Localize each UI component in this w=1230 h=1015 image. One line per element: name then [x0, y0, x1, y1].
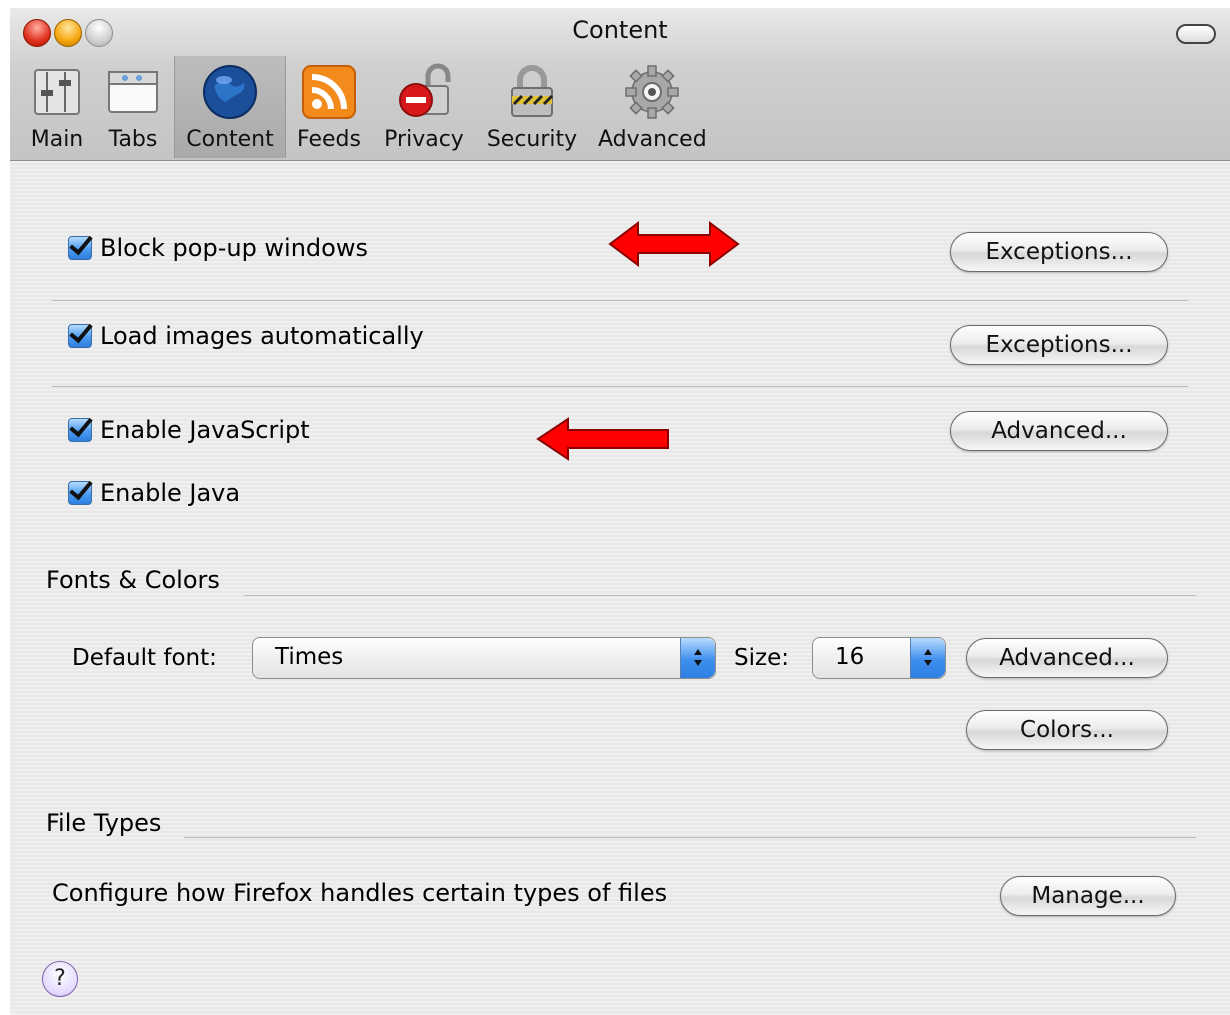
separator — [52, 386, 1188, 387]
gear-icon — [625, 65, 679, 119]
javascript-advanced-button[interactable]: Advanced... — [950, 411, 1168, 451]
help-button[interactable]: ? — [42, 961, 78, 997]
double-arrow-annotation — [608, 221, 740, 267]
fonts-colors-heading: Fonts & Colors — [46, 566, 220, 594]
file-types-heading: File Types — [46, 809, 162, 837]
default-font-label: Default font: — [72, 645, 217, 671]
enable-javascript-label: Enable JavaScript — [100, 416, 310, 444]
block-popups-label: Block pop-up windows — [100, 234, 368, 262]
tab-privacy[interactable]: Privacy — [376, 56, 472, 158]
tab-main-label: Main — [30, 127, 84, 152]
default-font-value: Times — [275, 644, 344, 670]
tab-tabs[interactable]: Tabs — [100, 56, 166, 158]
padlock-icon — [511, 65, 554, 117]
separator — [52, 300, 1188, 301]
chevron-updown-icon — [910, 638, 945, 678]
images-exceptions-button[interactable]: Exceptions... — [950, 325, 1168, 365]
tab-security-label: Security — [486, 127, 578, 152]
tab-content-label: Content — [186, 127, 274, 152]
load-images-checkbox[interactable] — [68, 324, 92, 348]
block-popups-checkbox[interactable] — [68, 236, 92, 260]
tab-content[interactable]: Content — [174, 56, 286, 158]
tabs-icon — [108, 71, 158, 113]
chevron-updown-icon — [680, 638, 715, 678]
font-size-select[interactable]: 16 — [812, 637, 946, 679]
fonts-advanced-button[interactable]: Advanced... — [966, 638, 1168, 678]
separator — [184, 837, 1196, 838]
default-font-select[interactable]: Times — [252, 637, 716, 679]
popup-exceptions-button[interactable]: Exceptions... — [950, 232, 1168, 272]
manage-button[interactable]: Manage... — [1000, 876, 1176, 916]
separator — [244, 595, 1196, 596]
block-popups-row[interactable]: Block pop-up windows — [68, 234, 368, 262]
tab-advanced-label: Advanced — [598, 127, 707, 152]
size-label: Size: — [734, 645, 789, 671]
tab-main[interactable]: Main — [22, 56, 92, 158]
tab-privacy-label: Privacy — [384, 127, 464, 152]
enable-javascript-checkbox[interactable] — [68, 418, 92, 442]
tab-feeds[interactable]: Feeds — [292, 56, 366, 158]
window-title: Content — [572, 16, 668, 44]
toolbar-toggle-button[interactable] — [1176, 24, 1216, 44]
enable-java-label: Enable Java — [100, 479, 241, 507]
titlebar: Content Main Tabs Content Feeds Privacy … — [10, 8, 1230, 161]
left-arrow-annotation — [536, 417, 669, 461]
load-images-label: Load images automatically — [100, 322, 424, 350]
enable-java-row[interactable]: Enable Java — [68, 479, 240, 507]
rss-feed-icon — [302, 65, 356, 119]
main-icon — [34, 69, 80, 115]
enable-javascript-row[interactable]: Enable JavaScript — [68, 416, 310, 444]
tab-tabs-label: Tabs — [108, 127, 158, 152]
enable-java-checkbox[interactable] — [68, 481, 92, 505]
tab-feeds-label: Feeds — [297, 127, 361, 152]
file-types-description: Configure how Firefox handles certain ty… — [52, 879, 668, 907]
privacy-lock-icon — [399, 63, 451, 117]
content-pane: Block pop-up windows Exceptions... Load … — [10, 161, 1230, 1015]
preferences-window: Content Main Tabs Content Feeds Privacy … — [10, 8, 1230, 1015]
tab-advanced[interactable]: Advanced — [598, 56, 707, 158]
load-images-row[interactable]: Load images automatically — [68, 322, 424, 350]
colors-button[interactable]: Colors... — [966, 710, 1168, 750]
tab-security[interactable]: Security — [480, 56, 584, 158]
globe-icon — [203, 65, 257, 119]
font-size-value: 16 — [835, 644, 865, 670]
